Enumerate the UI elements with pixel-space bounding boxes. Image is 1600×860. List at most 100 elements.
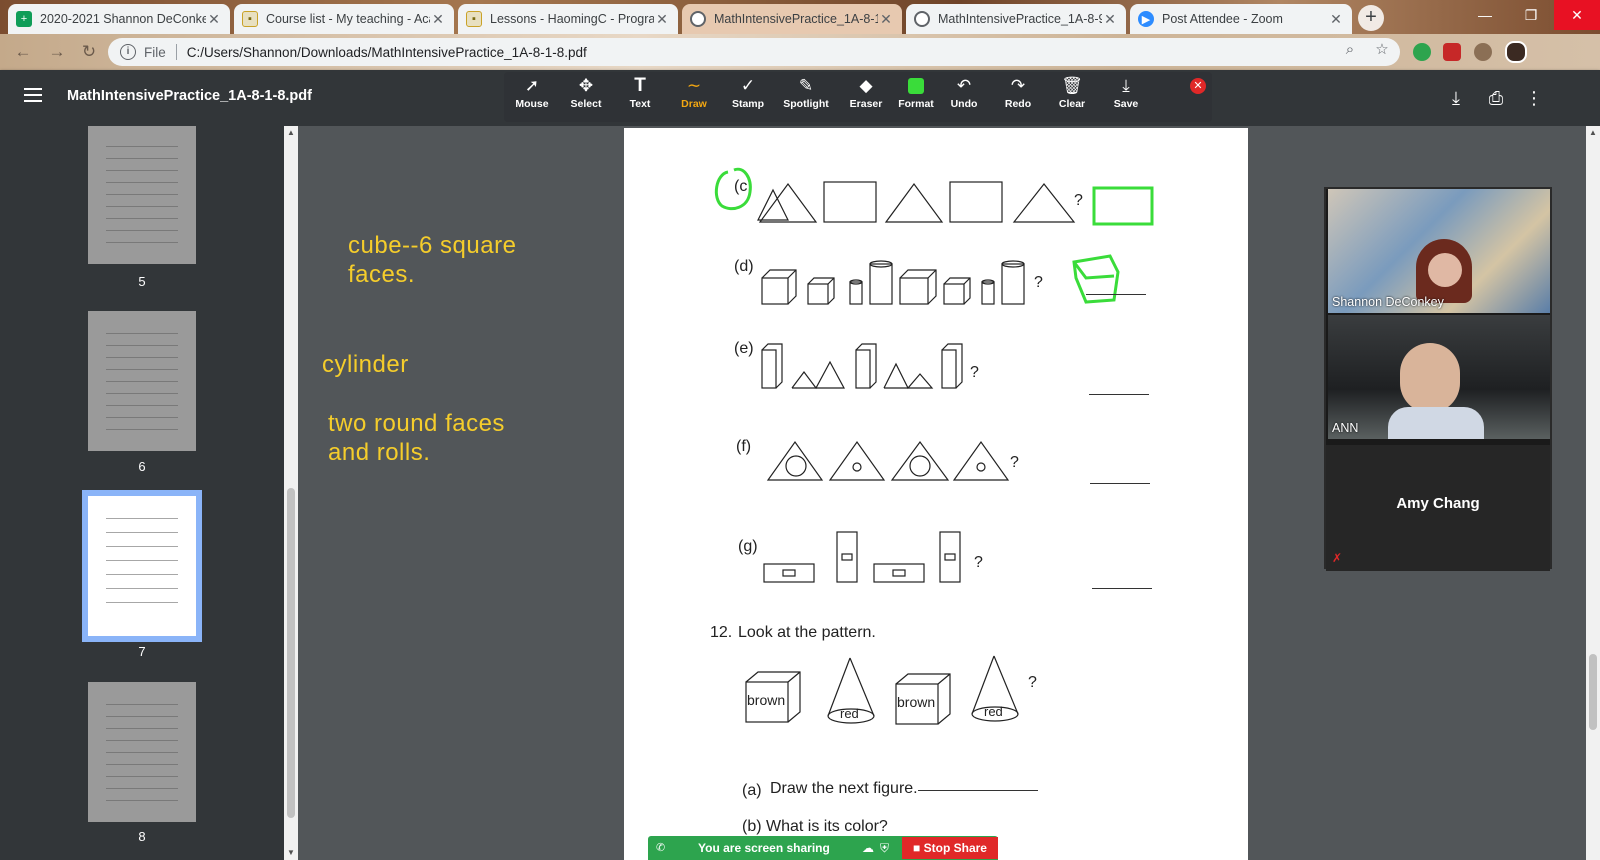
tool-undo[interactable]: ↶ Undo [936, 74, 992, 120]
reload-icon[interactable]: ↻ [78, 41, 100, 63]
question-mark: ? [974, 554, 983, 571]
question-mark: ? [1034, 274, 1043, 291]
stop-share-button[interactable]: ■ Stop Share [902, 837, 998, 859]
close-icon[interactable]: ✕ [1328, 11, 1344, 28]
address-toolbar: ← → ↻ i File C:/Users/Shannon/Downloads/… [0, 34, 1600, 70]
question-mark: ? [1028, 674, 1037, 691]
document-icon: ▪ [466, 11, 482, 27]
sheets-icon: + [16, 11, 32, 27]
close-icon[interactable]: ✕ [654, 11, 670, 28]
trash-icon: 🗑 [1061, 76, 1083, 95]
annotation-note-round: two round faces and rolls. [328, 409, 505, 467]
item-label-d: (d) [734, 258, 754, 275]
question-mark: ? [970, 364, 979, 381]
sub-question-a-text: Draw the next figure. [770, 780, 918, 797]
thumbnail-page-5[interactable] [88, 126, 196, 264]
tool-select[interactable]: ✥ Select [558, 74, 614, 120]
save-icon: ⤓ [1122, 76, 1130, 95]
item-label-g: (g) [738, 538, 758, 555]
zoom-icon: ▶ [1138, 11, 1154, 27]
answer-line [1089, 394, 1149, 395]
document-title: MathIntensivePractice_1A-8-1-8.pdf [67, 88, 312, 104]
cloud-icon: ☁ [862, 841, 874, 855]
bookmark-star-icon[interactable]: ☆ [1372, 40, 1392, 60]
scroll-up-arrow-icon[interactable]: ▲ [284, 128, 298, 137]
format-color-swatch [908, 78, 924, 94]
window-close-button[interactable]: ✕ [1554, 0, 1600, 30]
thumbnail-page-number: 6 [138, 459, 146, 474]
video-shannon[interactable]: Shannon DeConkey [1328, 189, 1550, 313]
tool-redo[interactable]: ↷ Redo [990, 74, 1046, 120]
thumbnail-content [106, 146, 178, 244]
ublock-icon[interactable] [1443, 43, 1461, 61]
tool-clear[interactable]: 🗑 Clear [1044, 74, 1100, 120]
globe-icon [690, 11, 706, 27]
tab-math-practice-active[interactable]: MathIntensivePractice_1A-8-1 ✕ [682, 4, 902, 34]
tab-math-practice-2[interactable]: MathIntensivePractice_1A-8-9- ✕ [906, 4, 1126, 34]
answer-line [1086, 294, 1146, 295]
address-bar[interactable]: i File C:/Users/Shannon/Downloads/MathIn… [108, 38, 1400, 66]
scheme-label: File [144, 44, 166, 60]
pattern-label-red: red [984, 704, 1003, 719]
tool-save[interactable]: ⤓ Save [1098, 74, 1154, 120]
thumbnail-page-8[interactable] [88, 682, 196, 822]
extension-icon[interactable] [1413, 43, 1431, 61]
tab-course-list[interactable]: ▪ Course list - My teaching - Aca ✕ [234, 4, 454, 34]
close-icon[interactable]: ✕ [430, 11, 446, 28]
pattern-label-brown: brown [897, 694, 936, 710]
maximize-button[interactable]: ❐ [1508, 0, 1554, 30]
download-icon[interactable]: ⤓ [1444, 86, 1468, 110]
tool-eraser[interactable]: ◆ Eraser [838, 74, 894, 120]
participant-name: Shannon DeConkey [1332, 295, 1444, 309]
undo-icon: ↶ [956, 76, 972, 95]
move-icon: ✥ [578, 76, 594, 95]
item-label-c: (c [734, 178, 748, 195]
forward-arrow-icon[interactable]: → [46, 41, 68, 63]
new-tab-button[interactable]: + [1358, 5, 1384, 31]
close-icon[interactable]: ✕ [1102, 11, 1118, 28]
cursor-icon: ➚ [524, 76, 540, 95]
close-icon[interactable]: ✕ [878, 11, 894, 28]
more-options-icon[interactable]: ⋮ [1522, 86, 1546, 110]
scrollbar-thumb[interactable] [287, 488, 295, 818]
note-text: cube--6 square [348, 232, 517, 259]
tool-draw[interactable]: ∼ Draw [666, 74, 722, 120]
screen-share-bar: ✆ You are screen sharing ☁ ⛨ ■ Stop Shar… [648, 836, 998, 860]
video-ann[interactable]: ANN [1328, 315, 1550, 439]
menu-icon[interactable] [24, 88, 42, 102]
check-icon: ✓ [740, 76, 756, 95]
tab-spreadsheet[interactable]: + 2020-2021 Shannon DeConkey ✕ [8, 4, 230, 34]
answer-line [918, 790, 1038, 791]
video-amy[interactable]: Amy Chang ✗ [1326, 445, 1550, 571]
back-arrow-icon[interactable]: ← [12, 41, 34, 63]
scroll-down-arrow-icon[interactable]: ▼ [284, 848, 298, 857]
print-icon[interactable]: ⎙ [1484, 86, 1508, 110]
tab-lessons[interactable]: ▪ Lessons - HaomingC - Program ✕ [458, 4, 678, 34]
tool-spotlight[interactable]: ✎ Spotlight [776, 74, 836, 120]
minimize-button[interactable]: — [1462, 0, 1508, 30]
close-icon[interactable]: ✕ [206, 11, 222, 28]
profile-avatar[interactable] [1505, 41, 1527, 63]
thumbnail-page-number: 8 [138, 829, 146, 844]
scroll-up-arrow-icon[interactable]: ▲ [1586, 128, 1600, 137]
puzzle-icon[interactable] [1474, 43, 1492, 61]
close-annotation-icon[interactable]: ✕ [1190, 78, 1206, 94]
document-scroll-track[interactable]: ▲ [1586, 126, 1600, 860]
tool-mouse[interactable]: ➚ Mouse [504, 74, 560, 120]
tool-stamp[interactable]: ✓ Stamp [720, 74, 776, 120]
document-scrollbar[interactable]: ▲ [1586, 126, 1600, 860]
info-icon[interactable]: i [120, 44, 136, 60]
thumbnail-content [106, 333, 178, 431]
spotlight-icon: ✎ [798, 76, 814, 95]
tab-zoom-attendee[interactable]: ▶ Post Attendee - Zoom ✕ [1130, 4, 1352, 34]
text-icon: T [634, 75, 646, 96]
thumbnail-page-number: 7 [138, 644, 146, 659]
thumbnail-page-7-selected[interactable] [82, 490, 202, 642]
pdf-page: (c ? (d) ? (e) ? (f) ? (g) ? 12. Look at… [624, 128, 1248, 860]
sidebar-scrollbar[interactable]: ▲ ▼ [284, 126, 298, 860]
zoom-magnifier-icon[interactable]: ⌕ [1340, 40, 1360, 60]
scrollbar-thumb[interactable] [1589, 654, 1597, 730]
url-text[interactable]: C:/Users/Shannon/Downloads/MathIntensive… [187, 45, 587, 60]
thumbnail-page-6[interactable] [88, 311, 196, 451]
tool-text[interactable]: T Text [612, 74, 668, 120]
